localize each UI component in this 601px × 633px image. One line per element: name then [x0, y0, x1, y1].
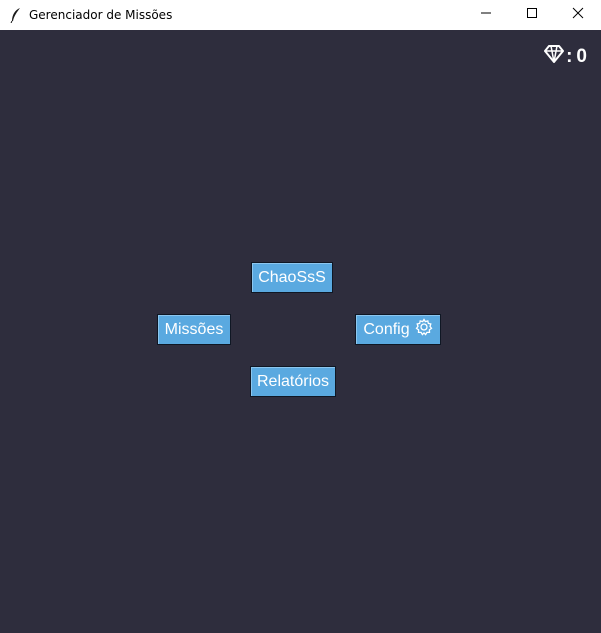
- gem-counter: : 0: [544, 45, 587, 69]
- gem-count: 0: [576, 46, 587, 67]
- main-area: : 0 ChaoSsS Missões Config Relatórios: [0, 30, 601, 633]
- maximize-button[interactable]: [509, 0, 555, 30]
- minimize-icon: [480, 6, 492, 24]
- maximize-icon: [526, 6, 538, 24]
- feather-icon: [9, 7, 23, 24]
- gear-icon: [410, 318, 433, 341]
- app-window: Gerenciador de Missões : 0 ChaoSsS Missõ…: [0, 0, 601, 633]
- title-bar[interactable]: Gerenciador de Missões: [0, 0, 601, 30]
- diamond-icon: [544, 45, 566, 69]
- chaos-button-label: ChaoSsS: [258, 268, 326, 286]
- relatorios-button[interactable]: Relatórios: [250, 366, 336, 397]
- missoes-button[interactable]: Missões: [157, 314, 231, 345]
- missoes-button-label: Missões: [164, 320, 224, 338]
- close-icon: [572, 6, 584, 24]
- config-button[interactable]: Config: [355, 314, 441, 345]
- config-button-label: Config: [363, 320, 410, 338]
- relatorios-button-label: Relatórios: [256, 372, 330, 390]
- close-button[interactable]: [555, 0, 601, 30]
- minimize-button[interactable]: [463, 0, 509, 30]
- gem-separator: :: [566, 46, 573, 67]
- chaos-button[interactable]: ChaoSsS: [251, 262, 333, 293]
- window-title: Gerenciador de Missões: [29, 8, 173, 22]
